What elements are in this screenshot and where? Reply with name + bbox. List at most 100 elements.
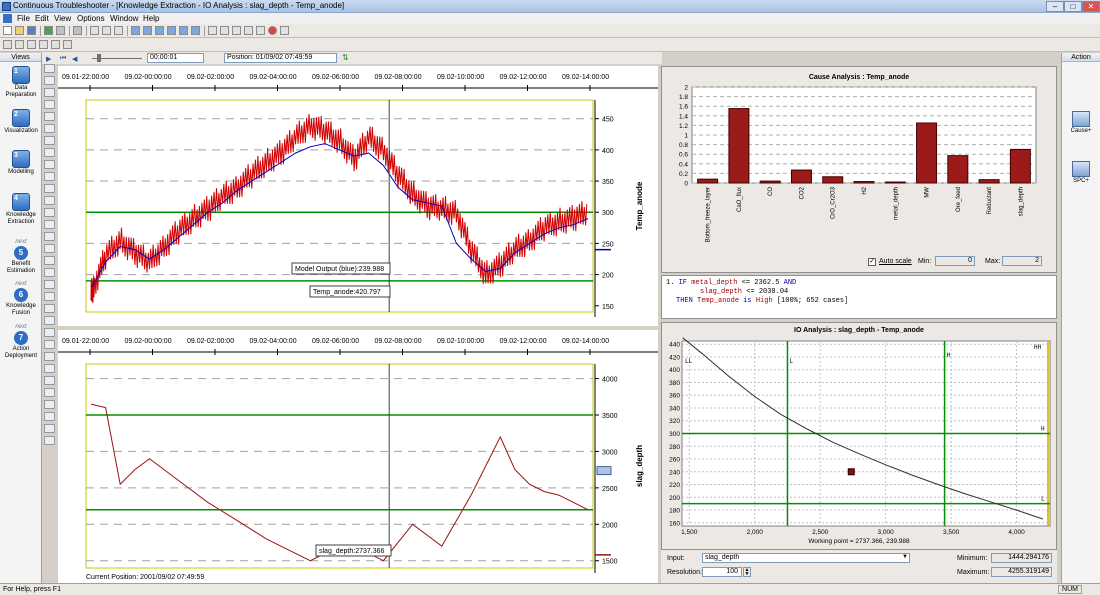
paste-icon[interactable] [114, 26, 123, 35]
side-tool-icon[interactable] [44, 364, 55, 373]
step-input[interactable]: 00:00:01 [147, 53, 204, 63]
scatter-chart-icon[interactable] [155, 26, 164, 35]
nav-item-5[interactable]: next 5 Benefit Estimation [0, 239, 42, 275]
sync-icon[interactable]: ⇅ [342, 53, 349, 62]
resolution-spinner[interactable]: ▲ ▼ [743, 567, 751, 577]
side-tool-icon[interactable] [44, 292, 55, 301]
maximum-field[interactable]: 4255.319149 [991, 567, 1052, 577]
action-spc-plus[interactable]: SPC+ [1062, 161, 1100, 185]
side-tool-icon[interactable] [44, 400, 55, 409]
side-tool-icon[interactable] [44, 244, 55, 253]
action-cause-plus[interactable]: Cause+ [1062, 111, 1100, 135]
table-icon[interactable] [179, 26, 188, 35]
record-icon[interactable] [268, 26, 277, 35]
auto-scale-checkbox[interactable]: ✓ [868, 258, 876, 266]
help-icon[interactable] [280, 26, 289, 35]
trend-chart-bottom-svg[interactable]: 09.01-22:00:00 09.02-00:00:00 09.02-02:00:… [58, 330, 658, 583]
trend-chart-icon[interactable] [143, 26, 152, 35]
toggle-b-icon[interactable] [15, 40, 24, 49]
side-tool-icon[interactable] [44, 100, 55, 109]
side-tool-icon[interactable] [44, 424, 55, 433]
y-tick-label: 300 [602, 210, 614, 217]
side-tool-icon[interactable] [44, 64, 55, 73]
input-dropdown-arrow-icon[interactable]: ▼ [902, 554, 908, 560]
side-tool-icon[interactable] [44, 388, 55, 397]
side-tool-icon[interactable] [44, 112, 55, 121]
side-tool-icon[interactable] [44, 136, 55, 145]
input-select[interactable]: slag_depth [702, 553, 910, 563]
maximize-button[interactable]: □ [1064, 1, 1082, 12]
side-tool-icon[interactable] [44, 184, 55, 193]
step-back-icon[interactable]: ◀ [72, 55, 77, 63]
position-input[interactable]: Position: 01/09/02 07:49:59 [224, 53, 337, 63]
side-tool-icon[interactable] [44, 280, 55, 289]
menu-help[interactable]: Help [143, 14, 159, 23]
zoom-in-icon[interactable] [208, 26, 217, 35]
menu-options[interactable]: Options [77, 14, 105, 23]
nav-item-1[interactable]: 1 Data Preparation [0, 66, 42, 99]
menu-view[interactable]: View [54, 14, 71, 23]
trend-chart-top-svg[interactable]: 09.01-22:00:00 09.02-00:00:00 09.02-02:00:… [58, 66, 658, 326]
monitor-icon [1072, 161, 1090, 177]
minimize-button[interactable]: – [1046, 1, 1064, 12]
export-icon[interactable] [44, 26, 53, 35]
side-tool-icon[interactable] [44, 232, 55, 241]
histogram-icon[interactable] [167, 26, 176, 35]
side-tool-icon[interactable] [44, 436, 55, 445]
copy-icon[interactable] [102, 26, 111, 35]
side-tool-icon[interactable] [44, 220, 55, 229]
nav-item-4[interactable]: 4 Knowledge Extraction [0, 193, 42, 226]
cause-chart-svg[interactable]: Cause Analysis : Temp_anode 0 0.2 0.4 0.6 0.8… [662, 67, 1056, 255]
settings-icon[interactable] [56, 26, 65, 35]
side-tool-icon[interactable] [44, 316, 55, 325]
window-icon[interactable] [256, 26, 265, 35]
side-tool-icon[interactable] [44, 304, 55, 313]
side-tool-icon[interactable] [44, 352, 55, 361]
side-tool-icon[interactable] [44, 88, 55, 97]
side-tool-icon[interactable] [44, 376, 55, 385]
close-button[interactable]: ✕ [1082, 1, 1100, 12]
toggle-a-icon[interactable] [3, 40, 12, 49]
cut-icon[interactable] [90, 26, 99, 35]
nav-item-3[interactable]: 3 Modelling [0, 150, 42, 176]
side-tool-icon[interactable] [44, 76, 55, 85]
model-icon[interactable] [191, 26, 200, 35]
open-icon[interactable] [15, 26, 24, 35]
cause-max-field[interactable]: 2 [1002, 256, 1042, 266]
menu-window[interactable]: Window [110, 14, 138, 23]
bar-chart-icon[interactable] [131, 26, 140, 35]
side-tool-icon[interactable] [44, 256, 55, 265]
rewind-icon[interactable]: ⏮ [60, 55, 66, 63]
side-tool-icon[interactable] [44, 268, 55, 277]
nav-item-6[interactable]: next 6 Knowledge Fusion [0, 281, 42, 317]
side-tool-icon[interactable] [44, 412, 55, 421]
cause-min-field[interactable]: 0 [935, 256, 975, 266]
save-icon[interactable] [27, 26, 36, 35]
side-tool-icon[interactable] [44, 196, 55, 205]
nav-item-7[interactable]: next 7 Action Deployment [0, 324, 42, 360]
zoom-out-icon[interactable] [220, 26, 229, 35]
menu-file[interactable]: File [17, 14, 30, 23]
toggle-e-icon[interactable] [51, 40, 60, 49]
play-icon[interactable]: ▶ [46, 55, 51, 63]
toggle-c-icon[interactable] [27, 40, 36, 49]
io-chart-svg[interactable]: IO Analysis : slag_depth - Temp_anode 440… [662, 323, 1056, 549]
playback-slider-thumb[interactable] [97, 54, 101, 62]
toggle-d-icon[interactable] [39, 40, 48, 49]
side-tool-icon[interactable] [44, 208, 55, 217]
minimum-field[interactable]: 1444.294176 [991, 553, 1052, 563]
side-tool-icon[interactable] [44, 148, 55, 157]
side-tool-icon[interactable] [44, 124, 55, 133]
side-tool-icon[interactable] [44, 328, 55, 337]
menu-edit[interactable]: Edit [35, 14, 49, 23]
toggle-f-icon[interactable] [63, 40, 72, 49]
side-tool-icon[interactable] [44, 340, 55, 349]
nav-item-2[interactable]: 2 Visualization [0, 109, 42, 135]
side-tool-icon[interactable] [44, 172, 55, 181]
new-icon[interactable] [3, 26, 12, 35]
side-tool-icon[interactable] [44, 160, 55, 169]
print-icon[interactable] [73, 26, 82, 35]
grid-icon[interactable] [232, 26, 241, 35]
layout-icon[interactable] [244, 26, 253, 35]
resolution-input[interactable]: 100 [702, 567, 742, 577]
